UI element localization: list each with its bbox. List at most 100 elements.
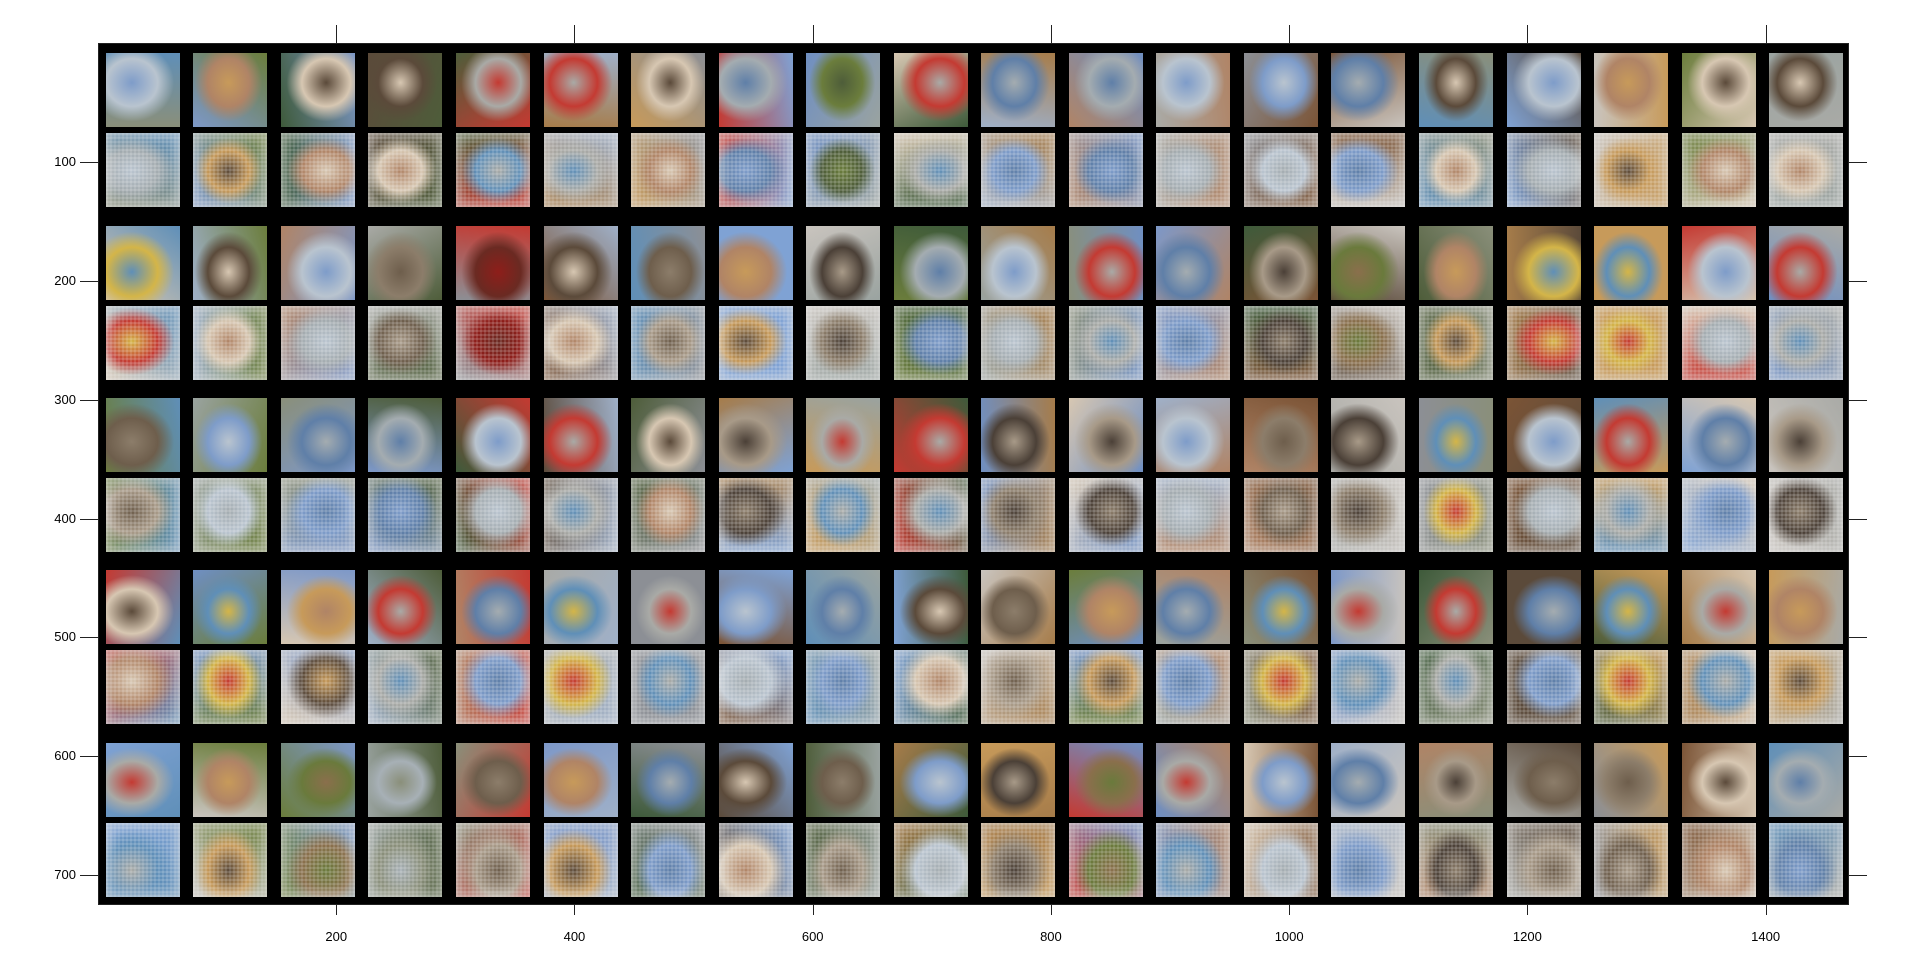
reconstruction-image-cell [1506,822,1581,897]
reconstruction-image-cell [1681,650,1756,725]
reconstruction-image-cell [455,305,530,380]
original-image-cell [1506,742,1581,817]
original-image-cell [1243,570,1318,645]
original-image-cell [1243,742,1318,817]
original-image-cell [718,53,793,128]
y-tick-left [80,161,98,163]
original-image-cell [193,398,268,472]
y-tick-left [80,399,98,401]
reconstruction-image-cell [1594,478,1669,552]
reconstruction-image-cell [718,478,793,552]
reconstruction-image-cell [1506,478,1581,552]
reconstruction-image-cell [893,650,968,725]
x-tick-label: 1400 [1751,929,1781,944]
y-tick-label: 500 [54,629,76,645]
reconstruction-image-cell [1068,650,1143,725]
reconstruction-image-cell [1681,478,1756,552]
original-image-cell [1681,398,1756,472]
reconstruction-image-cell [1769,822,1844,897]
reconstruction-image-cell [455,133,530,208]
reconstruction-image-cell [1594,822,1669,897]
original-image-cell [1419,742,1494,817]
y-tick-label: 700 [54,867,76,883]
x-tick-bottom [1289,905,1291,915]
original-image-cell [718,570,793,645]
reconstruction-image-cell [806,305,881,380]
reconstruction-image-cell [1156,650,1231,725]
original-image-cell [368,398,443,472]
original-image-cell [280,742,355,817]
reconstruction-image-cell [193,822,268,897]
reconstruction-image-cell [368,305,443,380]
reconstruction-image-cell [631,650,706,725]
reconstruction-image-cell [368,822,443,897]
original-image-cell [193,742,268,817]
y-tick-label: 100 [54,153,76,169]
x-tick-top [574,25,576,43]
reconstruction-image-cell [718,133,793,208]
reconstruction-image-cell [1156,478,1231,552]
original-image-cell [806,742,881,817]
reconstruction-image-cell [1681,133,1756,208]
reconstruction-image-cell [1068,305,1143,380]
reconstruction-image-cell [893,305,968,380]
original-image-cell [1681,225,1756,300]
original-image-cell [1243,225,1318,300]
x-tick-top [336,25,338,43]
y-tick-right [1849,756,1867,758]
original-image-cell [1156,53,1231,128]
x-tick-label: 600 [801,929,824,944]
x-tick-top [812,25,814,43]
reconstruction-image-cell [1419,822,1494,897]
original-image-cell [631,398,706,472]
y-tick-left [80,637,98,639]
original-image-cell [1331,398,1406,472]
original-image-cell [1068,225,1143,300]
reconstruction-image-cell [1769,305,1844,380]
y-tick-left [80,280,98,282]
original-image-cell [1594,53,1669,128]
reconstruction-image-cell [631,133,706,208]
original-image-cell [893,53,968,128]
reconstruction-image-cell [1331,133,1406,208]
x-tick-top [1289,25,1291,43]
original-image-cell [543,53,618,128]
reconstruction-image-cell [368,133,443,208]
reconstruction-image-cell [368,478,443,552]
original-image-cell [368,225,443,300]
original-image-cell [1156,742,1231,817]
x-tick-bottom [1050,905,1052,915]
original-image-cell [455,742,530,817]
original-image-cell [1594,742,1669,817]
y-tick-right [1849,280,1867,282]
original-image-cell [806,398,881,472]
reconstruction-image-cell [1243,478,1318,552]
original-image-cell [806,225,881,300]
original-image-cell [193,225,268,300]
original-image-cell [631,53,706,128]
reconstruction-image-cell [806,650,881,725]
original-image-cell [105,53,180,128]
reconstruction-image-cell [1506,133,1581,208]
original-image-cell [543,398,618,472]
original-image-cell [1331,225,1406,300]
reconstruction-image-cell [718,305,793,380]
original-image-cell [280,53,355,128]
reconstruction-image-cell [631,822,706,897]
reconstruction-image-cell [455,822,530,897]
reconstruction-image-cell [1243,650,1318,725]
original-image-cell [1769,53,1844,128]
y-tick-right [1849,399,1867,401]
reconstruction-image-cell [981,650,1056,725]
original-image-cell [1419,225,1494,300]
reconstruction-image-cell [1068,822,1143,897]
original-image-cell [368,742,443,817]
original-image-cell [1068,742,1143,817]
original-image-cell [893,742,968,817]
reconstruction-image-cell [1681,305,1756,380]
reconstruction-image-cell [368,650,443,725]
reconstruction-image-cell [543,305,618,380]
original-image-cell [368,570,443,645]
original-image-cell [893,398,968,472]
original-image-cell [1419,398,1494,472]
